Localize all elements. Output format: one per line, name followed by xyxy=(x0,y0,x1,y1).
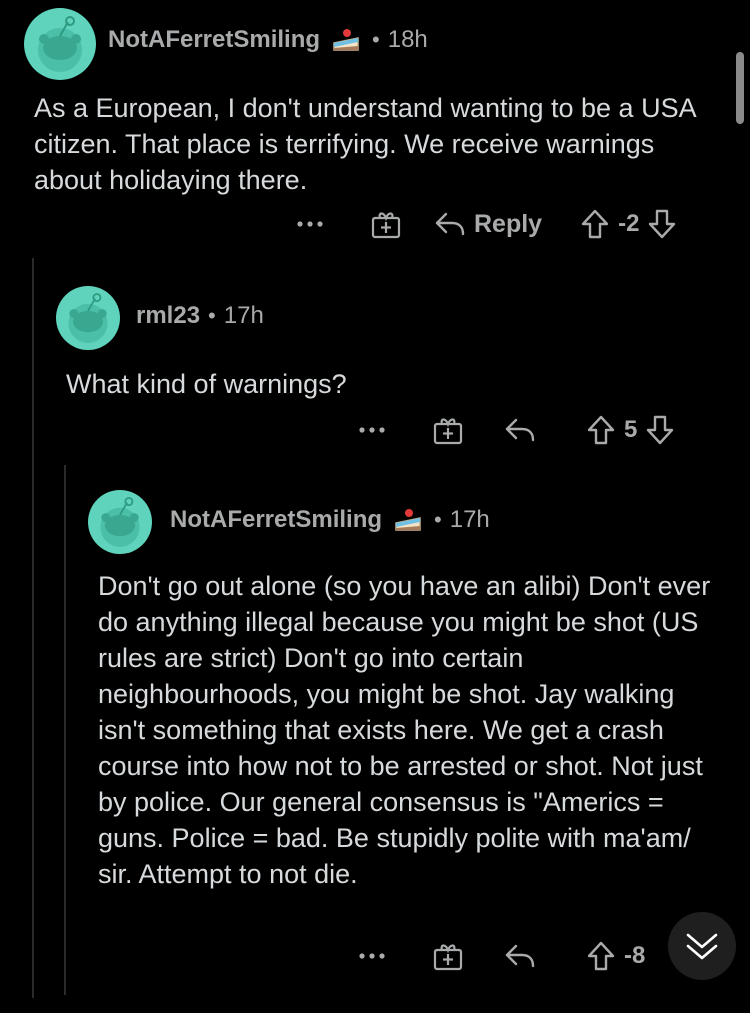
separator-dot: • xyxy=(434,507,442,532)
avatar[interactable] xyxy=(24,8,96,80)
comment-header: NotAFerretSmiling • 17h xyxy=(170,502,490,538)
more-options-icon[interactable] xyxy=(352,952,392,960)
downvote-icon[interactable] xyxy=(645,414,675,446)
separator-dot: • xyxy=(372,27,380,52)
comment-body: Don't go out alone (so you have an alibi… xyxy=(98,571,711,889)
vote-score: -8 xyxy=(624,942,646,969)
separator-dot: • xyxy=(208,303,216,328)
reply-label: Reply xyxy=(474,209,543,238)
more-options-icon[interactable] xyxy=(352,426,392,434)
snoo-avatar-icon xyxy=(100,497,140,547)
vote-score: 5 xyxy=(624,416,638,443)
reply-arrow-icon xyxy=(505,944,535,968)
comment-header: NotAFerretSmiling • 18h xyxy=(108,22,428,58)
award-icon[interactable] xyxy=(370,208,402,240)
upvote-icon[interactable] xyxy=(586,414,616,446)
reply-arrow-icon xyxy=(435,212,465,236)
upvote-icon[interactable] xyxy=(580,208,610,240)
collapse-thread-button[interactable] xyxy=(668,912,736,980)
timestamp: 17h xyxy=(449,506,490,533)
reply-button[interactable]: Reply xyxy=(434,210,542,239)
comment-actions: 5 xyxy=(352,410,675,450)
comment-body: What kind of warnings? xyxy=(66,369,347,399)
timestamp: 17h xyxy=(223,302,264,329)
comment-header: rml23 • 17h xyxy=(136,298,264,334)
comment-body: As a European, I don't understand wantin… xyxy=(34,93,696,195)
comment-actions: Reply -2 xyxy=(290,204,677,244)
more-options-icon[interactable] xyxy=(290,220,330,228)
reply-button[interactable] xyxy=(504,942,536,970)
award-icon[interactable] xyxy=(432,414,464,446)
timestamp: 18h xyxy=(387,26,428,53)
reply-button[interactable] xyxy=(504,416,536,444)
comment-actions: -8 xyxy=(352,936,653,976)
avatar[interactable] xyxy=(88,490,152,554)
scrollbar[interactable] xyxy=(736,52,744,124)
snoo-avatar-icon xyxy=(68,293,108,343)
username[interactable]: rml23 xyxy=(136,302,200,330)
vote-score: -2 xyxy=(618,210,640,237)
upvote-icon[interactable] xyxy=(586,940,616,972)
snoo-avatar-icon xyxy=(38,16,82,72)
downvote-icon[interactable] xyxy=(647,208,677,240)
cake-day-icon xyxy=(392,506,426,534)
thread-line-level-2[interactable] xyxy=(64,465,66,995)
avatar[interactable] xyxy=(56,286,120,350)
reply-arrow-icon xyxy=(505,418,535,442)
username[interactable]: NotAFerretSmiling xyxy=(170,506,382,534)
award-icon[interactable] xyxy=(432,940,464,972)
cake-day-icon xyxy=(330,26,364,54)
chevron-double-down-icon xyxy=(686,933,718,960)
username[interactable]: NotAFerretSmiling xyxy=(108,26,320,54)
thread-line-level-1[interactable] xyxy=(32,258,34,998)
